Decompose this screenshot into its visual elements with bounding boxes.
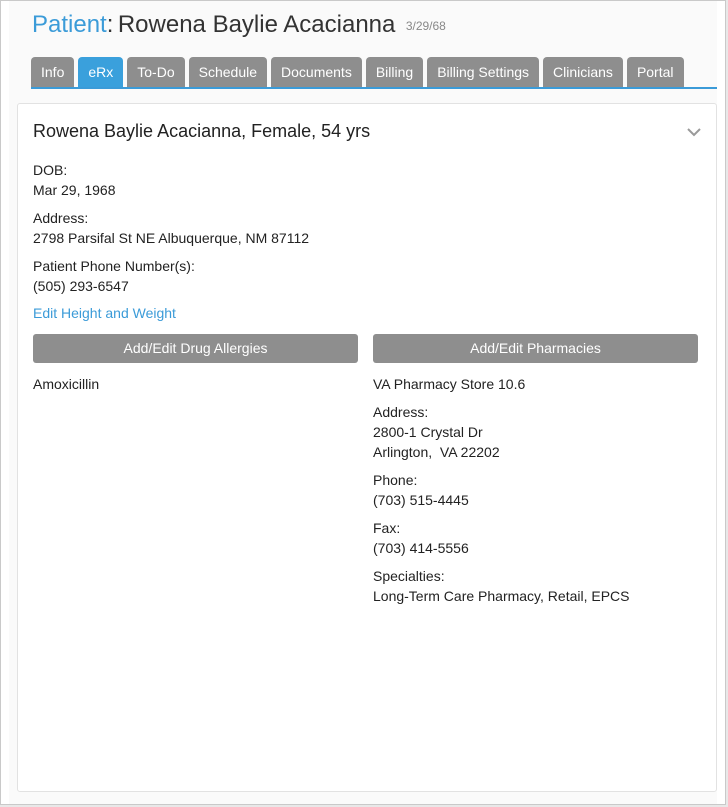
add-edit-drug-allergies-button[interactable]: Add/Edit Drug Allergies — [33, 334, 358, 363]
phone-value: (505) 293-6547 — [33, 278, 129, 294]
pharmacy-phone-label: Phone: — [373, 472, 418, 488]
chevron-down-icon[interactable] — [686, 124, 702, 140]
tab-billing-settings[interactable]: Billing Settings — [427, 57, 540, 87]
pharmacy-specialties-label: Specialties: — [373, 568, 445, 584]
patient-summary-heading: Rowena Baylie Acacianna, Female, 54 yrs — [33, 121, 371, 141]
tab-billing[interactable]: Billing — [365, 57, 424, 87]
patient-name-title: Rowena Baylie Acacianna — [117, 11, 396, 38]
address-value: 2798 Parsifal St NE Albuquerque, NM 8711… — [33, 230, 310, 246]
tab-documents[interactable]: Documents — [271, 57, 362, 87]
page-title: Patient: Rowena Baylie Acacianna 3/29/68 — [32, 11, 446, 39]
tab-clinicians[interactable]: Clinicians — [543, 57, 623, 87]
pharmacy-fax-label: Fax: — [373, 520, 401, 536]
app-frame: Patient: Rowena Baylie Acacianna 3/29/68… — [0, 0, 726, 805]
tab-schedule[interactable]: Schedule — [188, 57, 268, 87]
tab-to-do[interactable]: To-Do — [127, 57, 185, 87]
edit-height-weight-link[interactable]: Edit Height and Weight — [33, 305, 176, 321]
add-edit-pharmacies-button[interactable]: Add/Edit Pharmacies — [373, 334, 698, 363]
pharmacy-phone-value: (703) 515-4445 — [373, 492, 469, 508]
address-label: Address: — [33, 210, 89, 226]
patient-card: Rowena Baylie Acacianna, Female, 54 yrs … — [17, 103, 717, 792]
pharmacy-address-line1: 2800-1 Crystal Dr — [373, 424, 483, 440]
pharmacy-address-label: Address: — [373, 404, 429, 420]
tab-portal[interactable]: Portal — [626, 57, 684, 87]
dob-label: DOB: — [33, 162, 68, 178]
phone-label: Patient Phone Number(s): — [33, 258, 195, 274]
tab-erx[interactable]: eRx — [78, 57, 124, 87]
allergy-item: Amoxicillin — [33, 376, 100, 392]
dob-value: Mar 29, 1968 — [33, 182, 116, 198]
title-prefix: Patient — [32, 11, 107, 38]
pharmacy-specialties-value: Long-Term Care Pharmacy, Retail, EPCS — [373, 588, 630, 604]
page-content: Patient: Rowena Baylie Acacianna 3/29/68… — [9, 1, 717, 804]
dob-short: 3/29/68 — [405, 19, 446, 33]
pharmacy-fax-value: (703) 414-5556 — [373, 540, 469, 556]
title-separator: : — [106, 11, 114, 38]
tab-info[interactable]: Info — [31, 57, 75, 87]
pharmacy-name: VA Pharmacy Store 10.6 — [373, 376, 526, 392]
tab-bar: Info eRx To-Do Schedule Documents Billin… — [31, 56, 717, 89]
pharmacy-address-line2: Arlington, VA 22202 — [373, 444, 500, 460]
